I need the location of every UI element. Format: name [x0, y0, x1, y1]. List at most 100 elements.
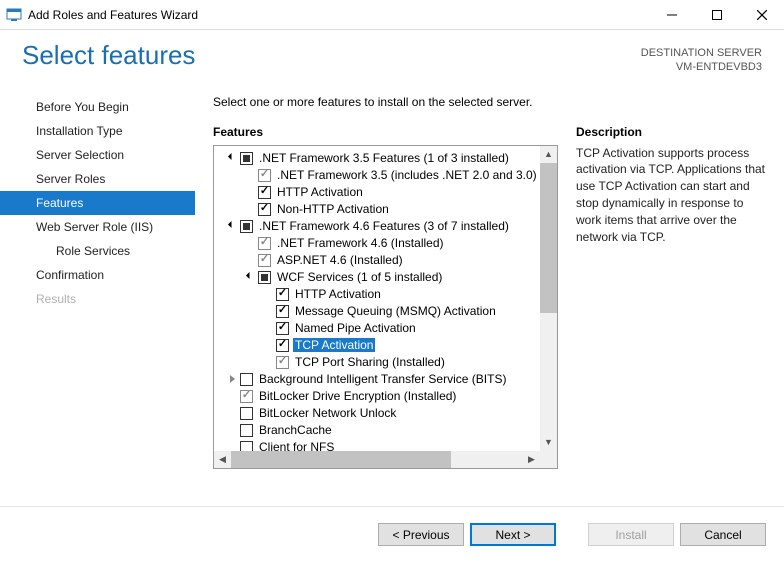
tree-item[interactable]: TCP Activation	[218, 337, 540, 354]
content-panels: Features .NET Framework 3.5 Features (1 …	[213, 125, 766, 469]
nav-item-confirmation[interactable]: Confirmation	[0, 263, 195, 287]
tree-item[interactable]: .NET Framework 4.6 (Installed)	[218, 235, 540, 252]
tree-checkbox[interactable]	[240, 424, 253, 437]
tree-item-label[interactable]: Non-HTTP Activation	[275, 202, 391, 216]
tree-item[interactable]: .NET Framework 3.5 Features (1 of 3 inst…	[218, 150, 540, 167]
description-text: TCP Activation supports process activati…	[576, 145, 766, 246]
tree-expander-placeholder	[262, 322, 274, 334]
tree-item[interactable]: ASP.NET 4.6 (Installed)	[218, 252, 540, 269]
tree-item[interactable]: HTTP Activation	[218, 286, 540, 303]
tree-item-label[interactable]: HTTP Activation	[293, 287, 383, 301]
nav-item-installation-type[interactable]: Installation Type	[0, 119, 195, 143]
nav-item-role-services[interactable]: Role Services	[0, 239, 195, 263]
tree-checkbox[interactable]	[240, 407, 253, 420]
tree-checkbox[interactable]	[276, 305, 289, 318]
minimize-button[interactable]	[649, 0, 694, 30]
tree-item[interactable]: BitLocker Network Unlock	[218, 405, 540, 422]
tree-item-label[interactable]: HTTP Activation	[275, 185, 365, 199]
tree-checkbox[interactable]	[258, 237, 271, 250]
tree-checkbox[interactable]	[258, 203, 271, 216]
tree-item[interactable]: TCP Port Sharing (Installed)	[218, 354, 540, 371]
close-button[interactable]	[739, 0, 784, 30]
instruction-text: Select one or more features to install o…	[213, 95, 766, 109]
tree-item-label[interactable]: WCF Services (1 of 5 installed)	[275, 270, 444, 284]
horizontal-scroll-track[interactable]	[231, 451, 523, 468]
tree-item-label[interactable]: BranchCache	[257, 423, 334, 437]
tree-checkbox[interactable]	[276, 288, 289, 301]
description-panel: Description TCP Activation supports proc…	[576, 125, 766, 469]
tree-expander-icon[interactable]	[226, 152, 238, 164]
tree-checkbox[interactable]	[240, 152, 253, 165]
tree-expander-icon[interactable]	[226, 373, 238, 385]
nav-item-web-server-role-iis-[interactable]: Web Server Role (IIS)	[0, 215, 195, 239]
destination-value: VM-ENTDEVBD3	[641, 60, 762, 74]
vertical-scroll-track[interactable]	[540, 163, 557, 434]
scroll-down-button[interactable]: ▼	[540, 434, 557, 451]
tree-item[interactable]: .NET Framework 3.5 (includes .NET 2.0 an…	[218, 167, 540, 184]
tree-checkbox[interactable]	[276, 339, 289, 352]
app-icon	[6, 7, 22, 23]
description-label: Description	[576, 125, 766, 139]
tree-item[interactable]: .NET Framework 4.6 Features (3 of 7 inst…	[218, 218, 540, 235]
destination-info: DESTINATION SERVER VM-ENTDEVBD3	[641, 40, 762, 75]
tree-checkbox[interactable]	[258, 169, 271, 182]
vertical-scroll-thumb[interactable]	[540, 163, 557, 313]
tree-item-label[interactable]: Background Intelligent Transfer Service …	[257, 372, 508, 386]
tree-item[interactable]: Client for NFS	[218, 439, 540, 451]
tree-item[interactable]: Background Intelligent Transfer Service …	[218, 371, 540, 388]
tree-checkbox[interactable]	[240, 373, 253, 386]
tree-item-label[interactable]: .NET Framework 3.5 Features (1 of 3 inst…	[257, 151, 511, 165]
maximize-button[interactable]	[694, 0, 739, 30]
tree-item[interactable]: BranchCache	[218, 422, 540, 439]
tree-expander-placeholder	[244, 237, 256, 249]
nav-item-server-selection[interactable]: Server Selection	[0, 143, 195, 167]
tree-checkbox[interactable]	[276, 356, 289, 369]
scroll-up-button[interactable]: ▲	[540, 146, 557, 163]
horizontal-scrollbar[interactable]: ◀ ▶	[214, 451, 540, 468]
tree-checkbox[interactable]	[240, 390, 253, 403]
tree-checkbox[interactable]	[240, 441, 253, 451]
tree-expander-icon[interactable]	[244, 271, 256, 283]
tree-expander-placeholder	[262, 288, 274, 300]
nav-item-server-roles[interactable]: Server Roles	[0, 167, 195, 191]
wizard-footer: < Previous Next > Install Cancel	[0, 506, 784, 562]
tree-item-label[interactable]: Named Pipe Activation	[293, 321, 418, 335]
tree-item-label[interactable]: TCP Port Sharing (Installed)	[293, 355, 447, 369]
tree-item-label[interactable]: BitLocker Network Unlock	[257, 406, 398, 420]
tree-item[interactable]: Named Pipe Activation	[218, 320, 540, 337]
tree-checkbox[interactable]	[276, 322, 289, 335]
tree-item-label[interactable]: .NET Framework 3.5 (includes .NET 2.0 an…	[275, 168, 539, 182]
scroll-right-button[interactable]: ▶	[523, 451, 540, 468]
scroll-left-button[interactable]: ◀	[214, 451, 231, 468]
tree-item[interactable]: Message Queuing (MSMQ) Activation	[218, 303, 540, 320]
tree-item-label[interactable]: .NET Framework 4.6 Features (3 of 7 inst…	[257, 219, 511, 233]
page-title: Select features	[22, 40, 641, 71]
tree-expander-placeholder	[226, 441, 238, 451]
tree-expander-icon[interactable]	[226, 220, 238, 232]
tree-checkbox[interactable]	[258, 254, 271, 267]
previous-button[interactable]: < Previous	[378, 523, 464, 546]
tree-item-label[interactable]: .NET Framework 4.6 (Installed)	[275, 236, 446, 250]
tree-item-label[interactable]: Message Queuing (MSMQ) Activation	[293, 304, 498, 318]
features-tree[interactable]: .NET Framework 3.5 Features (1 of 3 inst…	[214, 146, 540, 451]
wizard-nav: Before You BeginInstallation TypeServer …	[0, 83, 195, 469]
tree-item[interactable]: BitLocker Drive Encryption (Installed)	[218, 388, 540, 405]
nav-item-before-you-begin[interactable]: Before You Begin	[0, 95, 195, 119]
tree-checkbox[interactable]	[258, 186, 271, 199]
nav-item-results: Results	[0, 287, 195, 311]
nav-item-features[interactable]: Features	[0, 191, 195, 215]
horizontal-scroll-thumb[interactable]	[231, 451, 451, 468]
tree-item-label[interactable]: Client for NFS	[257, 440, 336, 451]
cancel-button[interactable]: Cancel	[680, 523, 766, 546]
vertical-scrollbar[interactable]: ▲ ▼	[540, 146, 557, 451]
tree-expander-placeholder	[226, 424, 238, 436]
tree-item-label[interactable]: TCP Activation	[293, 338, 375, 352]
tree-item[interactable]: WCF Services (1 of 5 installed)	[218, 269, 540, 286]
tree-item[interactable]: HTTP Activation	[218, 184, 540, 201]
tree-item-label[interactable]: BitLocker Drive Encryption (Installed)	[257, 389, 458, 403]
tree-checkbox[interactable]	[258, 271, 271, 284]
tree-item[interactable]: Non-HTTP Activation	[218, 201, 540, 218]
tree-item-label[interactable]: ASP.NET 4.6 (Installed)	[275, 253, 405, 267]
tree-checkbox[interactable]	[240, 220, 253, 233]
next-button[interactable]: Next >	[470, 523, 556, 546]
